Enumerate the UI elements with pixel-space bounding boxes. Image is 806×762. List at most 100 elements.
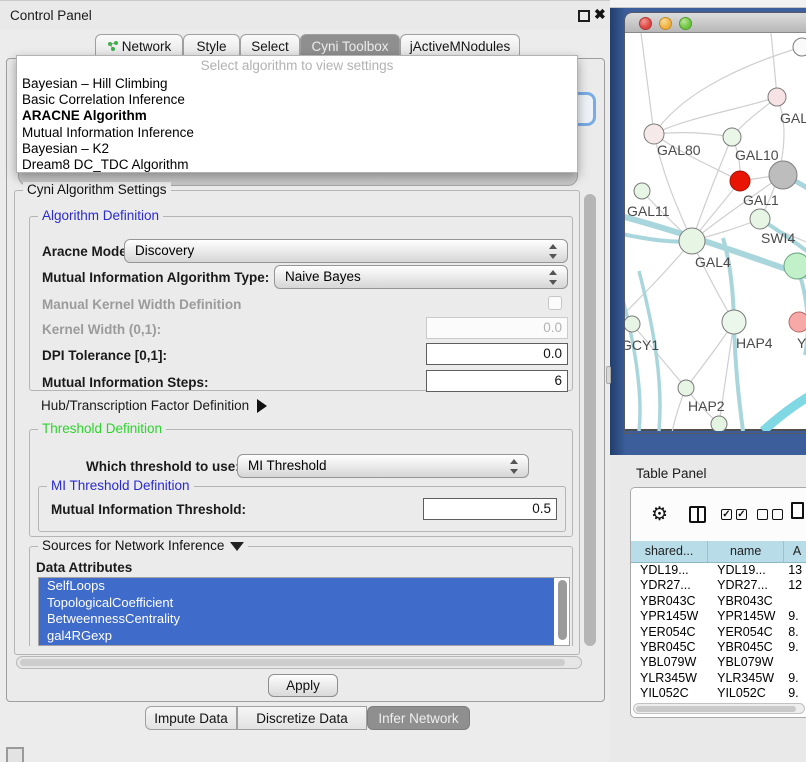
- node-gal[interactable]: [768, 88, 786, 106]
- cell-value[interactable]: 9.: [784, 609, 806, 624]
- settings-horizontal-scrollbar[interactable]: [16, 656, 582, 669]
- cell-name[interactable]: YIL052C: [708, 686, 784, 701]
- node-unnamed[interactable]: [793, 38, 806, 56]
- list-item[interactable]: gal4RGexp: [39, 628, 554, 645]
- cell-value[interactable]: 13: [784, 563, 806, 578]
- tab-infer-network[interactable]: Infer Network: [367, 706, 470, 730]
- select-all-checkbox-icon2[interactable]: ✓: [736, 509, 747, 520]
- table-row[interactable]: YLR345WYLR345W9.: [631, 671, 806, 686]
- dropdown-item[interactable]: Mutual Information Inference: [17, 125, 577, 141]
- mi-threshold-input[interactable]: 0.5: [423, 498, 557, 520]
- cell-name[interactable]: YDL19...: [708, 563, 784, 578]
- node-gal11[interactable]: [634, 183, 650, 199]
- dropdown-item[interactable]: Bayesian – K2: [17, 141, 577, 157]
- node-swi4[interactable]: [784, 253, 806, 279]
- node-gcy1[interactable]: [625, 316, 640, 332]
- node-gal4[interactable]: [679, 228, 705, 254]
- hub-tf-definition-toggle[interactable]: Hub/Transcription Factor Definition: [41, 398, 267, 413]
- cell-shared[interactable]: YPR145W: [631, 609, 708, 624]
- column-header-name[interactable]: name: [708, 541, 784, 562]
- cell-value[interactable]: [784, 655, 806, 670]
- node-gal80[interactable]: [644, 124, 664, 144]
- which-threshold-select[interactable]: MI Threshold: [237, 454, 529, 478]
- cell-value[interactable]: 12: [784, 578, 806, 593]
- cell-name[interactable]: YBR045C: [708, 640, 784, 655]
- kernel-width-input[interactable]: 0.0: [426, 317, 568, 339]
- cell-shared[interactable]: YER054C: [631, 625, 708, 640]
- dropdown-item[interactable]: Bayesian – Hill Climbing: [17, 76, 577, 92]
- node-salmon[interactable]: [789, 312, 806, 332]
- table-row[interactable]: YPR145WYPR145W9.: [631, 609, 806, 624]
- gear-icon[interactable]: ⚙: [651, 505, 668, 524]
- table-row[interactable]: YDR27...YDR27...12: [631, 578, 806, 593]
- table-horizontal-scrollbar[interactable]: [633, 703, 805, 714]
- settings-vertical-scrollbar[interactable]: [584, 194, 596, 646]
- tab-discretize-data[interactable]: Discretize Data: [237, 706, 367, 730]
- cell-shared[interactable]: YDL19...: [631, 563, 708, 578]
- table-row[interactable]: YBR045CYBR045C9.: [631, 640, 806, 655]
- node-gal10[interactable]: [723, 128, 741, 146]
- network-canvas[interactable]: GAL GAL80 GAL10 GAL1 GAL11 SWI4 GAL4 GCY…: [625, 33, 806, 431]
- table-row[interactable]: YER054CYER054C8.: [631, 625, 806, 640]
- cell-shared[interactable]: YDR27...: [631, 578, 708, 593]
- cell-name[interactable]: YDR27...: [708, 578, 784, 593]
- dropdown-item[interactable]: Dream8 DC_TDC Algorithm: [17, 157, 577, 173]
- apply-button[interactable]: Apply: [268, 674, 338, 697]
- cell-name[interactable]: YBL079W: [708, 655, 784, 670]
- cell-name[interactable]: YBR043C: [708, 594, 784, 609]
- deselect-checkbox-icon2[interactable]: [772, 509, 783, 520]
- aracne-mode-select[interactable]: Discovery: [124, 239, 568, 263]
- node-gal1[interactable]: [750, 209, 770, 229]
- list-scrollbar[interactable]: [558, 580, 567, 640]
- dropdown-item[interactable]: Basic Correlation Inference: [17, 92, 577, 108]
- table-row[interactable]: YBL079WYBL079W: [631, 655, 806, 670]
- split-columns-icon[interactable]: [689, 506, 706, 523]
- list-item[interactable]: TopologicalCoefficient: [39, 595, 554, 612]
- cell-shared[interactable]: YBR045C: [631, 640, 708, 655]
- dpi-tolerance-input[interactable]: 0.0: [426, 343, 568, 365]
- list-item[interactable]: SelfLoops: [39, 578, 554, 595]
- tab-impute-data[interactable]: Impute Data: [145, 706, 237, 730]
- splitter-handle[interactable]: [606, 366, 611, 384]
- list-item[interactable]: BetweennessCentrality: [39, 611, 554, 628]
- minimized-panel-icon[interactable]: [6, 747, 24, 762]
- node-hap2[interactable]: [678, 380, 694, 396]
- table-row[interactable]: YIL052CYIL052C9.: [631, 686, 806, 701]
- node-gray[interactable]: [769, 161, 797, 189]
- column-header-shared-name[interactable]: shared...: [631, 541, 708, 562]
- cell-shared[interactable]: YBL079W: [631, 655, 708, 670]
- network-window-titlebar[interactable]: [625, 13, 806, 33]
- sources-title[interactable]: Sources for Network Inference: [38, 538, 248, 553]
- cell-value[interactable]: [784, 594, 806, 609]
- node-hap4[interactable]: [722, 310, 746, 334]
- mi-steps-input[interactable]: 6: [426, 370, 568, 392]
- manual-kernel-checkbox[interactable]: [548, 296, 562, 310]
- cell-value[interactable]: 9.: [784, 686, 806, 701]
- cell-value[interactable]: 9.: [784, 671, 806, 686]
- float-panel-icon[interactable]: [578, 10, 590, 22]
- close-window-icon[interactable]: [639, 17, 652, 30]
- cell-shared[interactable]: YIL052C: [631, 686, 708, 701]
- close-icon[interactable]: ✖: [594, 6, 606, 23]
- dropdown-item-selected[interactable]: ARACNE Algorithm: [17, 108, 577, 124]
- cell-name[interactable]: YER054C: [708, 625, 784, 640]
- zoom-window-icon[interactable]: [679, 17, 692, 30]
- node-bottom[interactable]: [711, 416, 727, 431]
- cell-name[interactable]: YLR345W: [708, 671, 784, 686]
- cell-name[interactable]: YPR145W: [708, 609, 784, 624]
- cell-shared[interactable]: YBR043C: [631, 594, 708, 609]
- deselect-checkbox-icon[interactable]: [757, 509, 768, 520]
- table-row[interactable]: YBR043CYBR043C: [631, 594, 806, 609]
- node-selected-red[interactable]: [730, 171, 750, 191]
- cell-shared[interactable]: YLR345W: [631, 671, 708, 686]
- scrollbar-thumb[interactable]: [20, 659, 565, 666]
- column-header-value[interactable]: A: [784, 541, 806, 562]
- scrollbar-thumb[interactable]: [636, 706, 796, 712]
- select-all-checkbox-icon[interactable]: ✓: [721, 509, 732, 520]
- mi-algorithm-type-select[interactable]: Naive Bayes: [274, 265, 568, 289]
- cell-value[interactable]: 8.: [784, 625, 806, 640]
- table-row[interactable]: YDL19...YDL19...13: [631, 563, 806, 578]
- minimize-window-icon[interactable]: [659, 17, 672, 30]
- cell-value[interactable]: 9.: [784, 640, 806, 655]
- file-icon[interactable]: [791, 502, 804, 519]
